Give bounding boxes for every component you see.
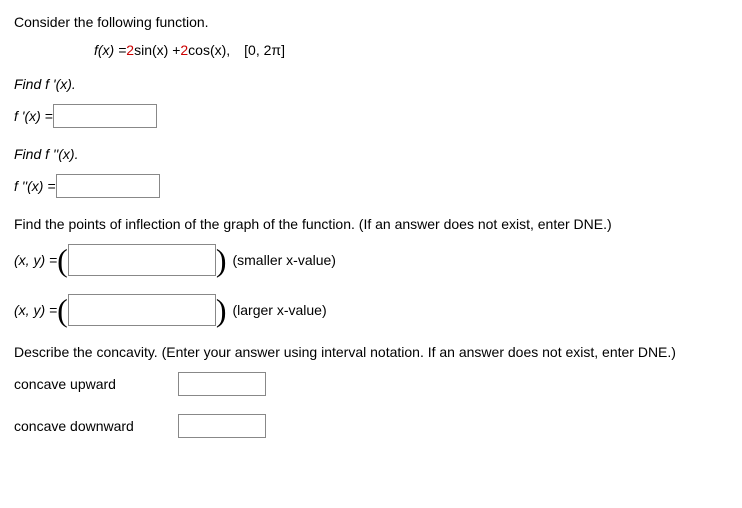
concave-down-input[interactable] (178, 414, 266, 438)
paren-close-icon: ) (216, 294, 227, 326)
xy-label: (x, y) = (14, 252, 57, 268)
q2-prompt: Find f ''(x). (14, 146, 728, 162)
intro-text: Consider the following function. (14, 14, 728, 30)
paren-open-icon: ( (57, 244, 68, 276)
note-larger: (larger x-value) (232, 302, 326, 318)
q4-prompt: Describe the concavity. (Enter your answ… (14, 344, 728, 360)
concave-up-input[interactable] (178, 372, 266, 396)
q2-label: f ''(x) = (14, 178, 56, 194)
q4-down-row: concave downward (14, 414, 728, 438)
concave-down-label: concave downward (14, 418, 178, 434)
q3-prompt: Find the points of inflection of the gra… (14, 216, 728, 232)
q1-label: f '(x) = (14, 108, 53, 124)
q1-prompt: Find f '(x). (14, 76, 728, 92)
inflection-small-input[interactable] (68, 244, 216, 276)
xy-label: (x, y) = (14, 302, 57, 318)
q1-row: f '(x) = (14, 104, 728, 128)
note-smaller: (smaller x-value) (232, 252, 335, 268)
paren-open-icon: ( (57, 294, 68, 326)
fprime-input[interactable] (53, 104, 157, 128)
q3-row-large: (x, y) = ( ) (larger x-value) (14, 294, 728, 326)
paren-close-icon: ) (216, 244, 227, 276)
inflection-large-input[interactable] (68, 294, 216, 326)
q2-row: f ''(x) = (14, 174, 728, 198)
q3-row-small: (x, y) = ( ) (smaller x-value) (14, 244, 728, 276)
function-definition: f(x) = 2 sin(x) + 2 cos(x), [0, 2π] (94, 42, 728, 58)
fdoubleprime-input[interactable] (56, 174, 160, 198)
q4-up-row: concave upward (14, 372, 728, 396)
concave-up-label: concave upward (14, 376, 178, 392)
